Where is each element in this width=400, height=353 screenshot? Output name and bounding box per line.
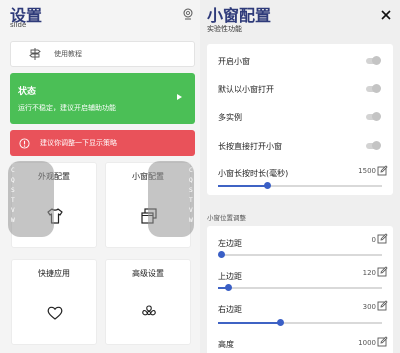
status-card[interactable]: 状态 运行不稳定，建议开启辅助功能 xyxy=(10,73,195,124)
top-margin-value: 120 xyxy=(362,269,376,277)
edit-icon[interactable] xyxy=(377,336,388,347)
edit-icon[interactable] xyxy=(377,266,388,277)
close-icon[interactable] xyxy=(380,9,392,21)
card-label: 高级设置 xyxy=(132,269,164,278)
toggle-switch[interactable] xyxy=(366,141,381,150)
edit-icon[interactable] xyxy=(377,300,388,311)
advanced-settings-card[interactable]: 高级设置 xyxy=(105,259,191,345)
warning-banner[interactable]: 建议你调整一下显示策略 xyxy=(10,130,195,156)
panel-subtitle: 实验性功能 xyxy=(207,25,242,33)
edit-icon[interactable] xyxy=(377,233,388,244)
position-label: 高度 xyxy=(218,340,234,349)
page-subtitle: slide xyxy=(10,21,27,29)
settings-panel: 设置 slide 使用教程 状态 运行不稳定，建议开启辅助功能 建议你调整一下显… xyxy=(0,0,200,353)
status-title: 状态 xyxy=(18,87,37,97)
position-label: 左边距 xyxy=(218,239,242,248)
panel-title: 小窗配置 xyxy=(207,6,272,25)
tutorial-label: 使用教程 xyxy=(54,50,82,58)
toggle-switch[interactable] xyxy=(366,84,381,93)
fan-icon xyxy=(142,305,156,316)
status-description: 运行不稳定，建议开启辅助功能 xyxy=(18,104,116,112)
float-window-options: 开启小窗 默认以小窗打开 多实例 长按直接打开小窗 小窗长按时长(毫秒) 150… xyxy=(207,44,393,195)
slider-thumb[interactable] xyxy=(277,319,284,326)
play-icon xyxy=(177,94,182,100)
slider-thumb[interactable] xyxy=(264,182,271,189)
card-label: 快捷应用 xyxy=(38,269,70,278)
position-options: 左边距 0 上边距 120 右边距 300 高度 1000 xyxy=(207,226,393,353)
edge-letters-right: CQSTVW xyxy=(189,167,193,224)
position-label: 右边距 xyxy=(218,305,242,314)
long-press-value: 1500 xyxy=(358,167,376,175)
section-label: 小窗位置调整 xyxy=(207,214,246,222)
right-margin-slider[interactable] xyxy=(218,319,382,326)
toggle-switch[interactable] xyxy=(366,112,381,121)
toggle-row-multi-instance[interactable]: 多实例 xyxy=(207,103,393,130)
slider-thumb[interactable] xyxy=(225,284,232,291)
toggle-switch[interactable] xyxy=(366,56,381,65)
right-margin-value: 300 xyxy=(362,303,376,311)
left-margin-value: 0 xyxy=(371,236,376,244)
slider-thumb[interactable] xyxy=(218,251,225,258)
toggle-row-default-open[interactable]: 默认以小窗打开 xyxy=(207,75,393,102)
toggle-row-long-press-open[interactable]: 长按直接打开小窗 xyxy=(207,132,393,159)
long-press-label: 小窗长按时长(毫秒) xyxy=(218,169,289,178)
toggle-label: 多实例 xyxy=(218,113,242,122)
toggle-label: 长按直接打开小窗 xyxy=(218,142,282,151)
slider-fill xyxy=(218,322,280,324)
alert-icon xyxy=(19,137,30,149)
slider-fill xyxy=(218,185,267,187)
height-value: 1000 xyxy=(358,339,376,347)
screen: 设置 slide 使用教程 状态 运行不稳定，建议开启辅助功能 建议你调整一下显… xyxy=(0,0,400,353)
top-margin-slider[interactable] xyxy=(218,284,382,291)
edge-overlay-right[interactable] xyxy=(148,161,194,237)
toggle-row-enable[interactable]: 开启小窗 xyxy=(207,47,393,74)
quick-apps-card[interactable]: 快捷应用 xyxy=(11,259,97,345)
long-press-slider[interactable] xyxy=(218,182,382,189)
left-margin-slider[interactable] xyxy=(218,251,382,258)
theme-icon[interactable] xyxy=(182,8,194,20)
float-window-panel: 小窗配置 实验性功能 开启小窗 默认以小窗打开 多实例 长按直接打开小窗 小窗长… xyxy=(200,0,400,353)
tutorial-button[interactable]: 使用教程 xyxy=(10,41,195,67)
heart-icon xyxy=(47,306,63,320)
warning-text: 建议你调整一下显示策略 xyxy=(40,139,117,147)
signpost-icon xyxy=(29,48,41,60)
edit-icon[interactable] xyxy=(377,165,388,176)
position-label: 上边距 xyxy=(218,272,242,281)
toggle-label: 默认以小窗打开 xyxy=(218,85,274,94)
toggle-label: 开启小窗 xyxy=(218,57,250,66)
edge-letters-left: CQSTVW xyxy=(11,167,15,224)
